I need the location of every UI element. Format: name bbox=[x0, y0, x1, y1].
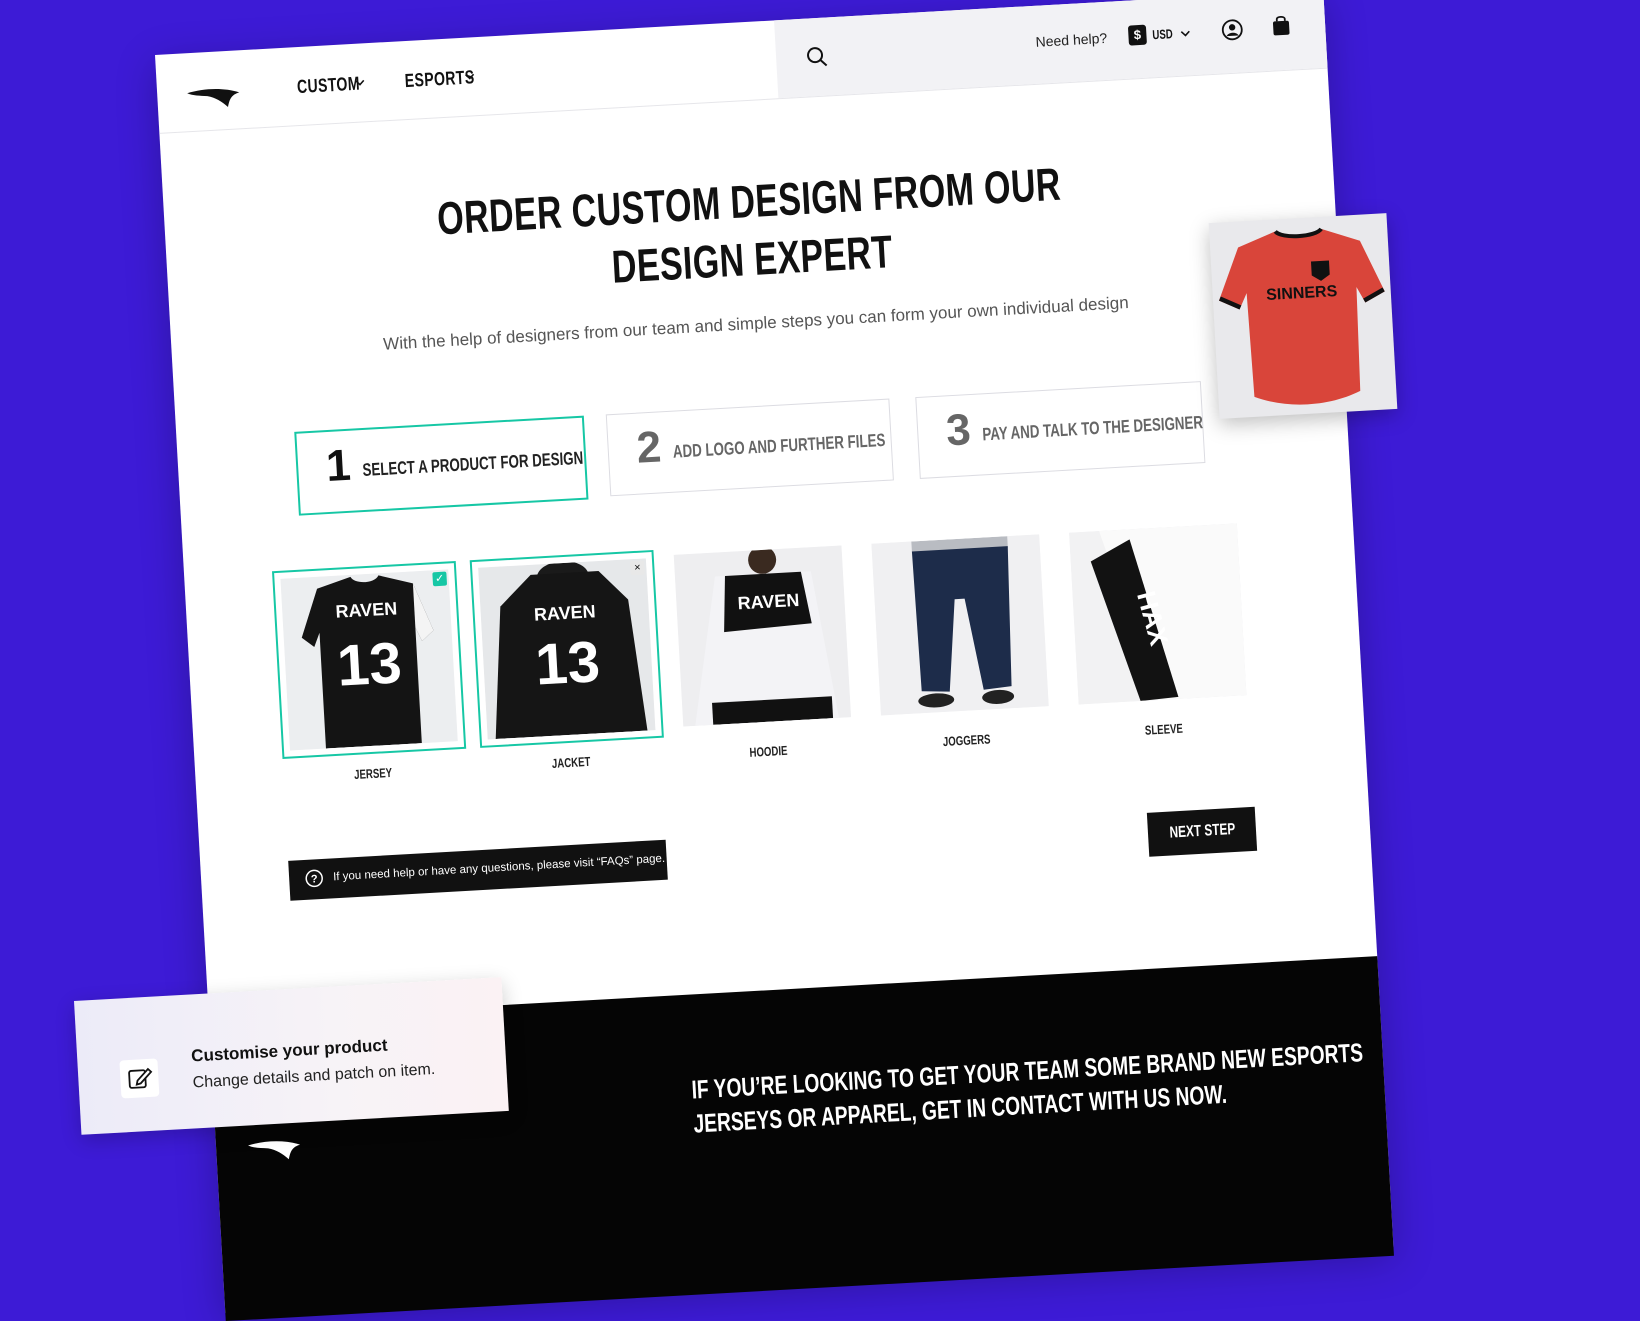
product-image: HAX bbox=[1069, 523, 1247, 705]
top-navigation: CUSTOM ESPORTS Need help? $ USD bbox=[155, 0, 1328, 134]
product-image: RAVEN 13 bbox=[280, 569, 458, 751]
faq-text: If you need help or have any questions, … bbox=[332, 852, 666, 884]
customise-subtitle: Change details and patch on item. bbox=[192, 1060, 436, 1092]
search-icon[interactable] bbox=[806, 45, 829, 68]
sleeve-image: HAX bbox=[1069, 523, 1247, 705]
label-text: JERSEY bbox=[354, 764, 393, 782]
nav-custom[interactable]: CUSTOM bbox=[296, 72, 382, 99]
jacket-back-image: RAVEN 13 bbox=[478, 558, 656, 740]
user-account-icon[interactable] bbox=[1221, 18, 1244, 41]
product-label-jacket: JACKET bbox=[481, 750, 662, 775]
chevron-down-icon bbox=[355, 79, 365, 86]
customise-title: Customise your product bbox=[190, 1035, 388, 1066]
currency-label: USD bbox=[1152, 26, 1174, 43]
dollar-icon: $ bbox=[1127, 24, 1147, 46]
label-text: SLEEVE bbox=[1144, 720, 1184, 738]
shopping-bag-icon[interactable] bbox=[1270, 14, 1291, 37]
step-number: 2 bbox=[635, 422, 663, 473]
svg-text:?: ? bbox=[311, 873, 319, 885]
next-step-button[interactable]: NEXT STEP bbox=[1146, 806, 1258, 857]
close-icon[interactable]: × bbox=[630, 560, 645, 576]
step-number: 3 bbox=[944, 405, 973, 456]
red-jersey-image: SINNERS bbox=[1219, 227, 1385, 405]
step-label: PAY AND TALK TO THE DESIGNER bbox=[981, 412, 1204, 445]
joggers-image bbox=[871, 534, 1049, 716]
check-icon: ✓ bbox=[432, 571, 448, 587]
print-name: RAVEN bbox=[737, 590, 800, 613]
print-name: RAVEN bbox=[533, 601, 596, 624]
chevron-down-icon bbox=[465, 73, 475, 80]
label-text: JACKET bbox=[551, 753, 591, 771]
next-step-label: NEXT STEP bbox=[1168, 820, 1236, 842]
step-label: ADD LOGO AND FURTHER FILES bbox=[672, 429, 886, 462]
product-label-joggers: JOGGERS bbox=[876, 728, 1057, 753]
step-2[interactable]: 2 ADD LOGO AND FURTHER FILES bbox=[605, 398, 894, 497]
jersey-preview-card: SINNERS bbox=[1208, 213, 1398, 419]
faq-help-banner[interactable]: ? If you need help or have any questions… bbox=[288, 839, 668, 901]
help-question-icon: ? bbox=[305, 869, 323, 888]
footer-cta-text: IF YOU’RE LOOKING TO GET YOUR TEAM SOME … bbox=[691, 1022, 1602, 1141]
product-label-sleeve: SLEEVE bbox=[1074, 717, 1255, 742]
product-image bbox=[871, 534, 1049, 716]
nav-custom-label: CUSTOM bbox=[296, 73, 361, 99]
step-number: 1 bbox=[324, 440, 353, 492]
edit-icon-box bbox=[119, 1058, 160, 1099]
hoodie-back-image: RAVEN bbox=[673, 545, 852, 727]
brand-logo[interactable] bbox=[185, 84, 242, 113]
product-image: RAVEN bbox=[673, 545, 852, 727]
step-label: SELECT A PRODUCT FOR DESIGN bbox=[361, 447, 584, 481]
product-image: RAVEN 13 bbox=[478, 558, 656, 740]
nav-esports[interactable]: ESPORTS bbox=[404, 66, 499, 93]
product-sleeve[interactable]: HAX bbox=[1063, 517, 1253, 711]
print-number: 13 bbox=[534, 629, 602, 698]
print-number: 13 bbox=[335, 630, 403, 699]
product-jacket[interactable]: RAVEN 13 × bbox=[469, 549, 664, 748]
customise-product-card[interactable]: Customise your product Change details an… bbox=[74, 977, 509, 1135]
product-label-hoodie: HOODIE bbox=[679, 739, 860, 764]
footer-brand-logo[interactable] bbox=[246, 1137, 303, 1166]
jersey-back-image: RAVEN 13 bbox=[280, 569, 458, 751]
nav-utility-bar bbox=[774, 0, 1328, 99]
product-joggers[interactable] bbox=[865, 528, 1055, 722]
step-3[interactable]: 3 PAY AND TALK TO THE DESIGNER bbox=[915, 381, 1206, 479]
product-jersey[interactable]: RAVEN 13 ✓ bbox=[272, 561, 467, 759]
product-label-jersey: JERSEY bbox=[283, 761, 464, 786]
label-text: JOGGERS bbox=[942, 731, 991, 750]
label-text: HOODIE bbox=[749, 742, 789, 760]
step-1[interactable]: 1 SELECT A PRODUCT FOR DESIGN bbox=[294, 415, 589, 516]
chevron-down-icon bbox=[1180, 30, 1190, 37]
edit-icon bbox=[128, 1067, 153, 1089]
print-name: RAVEN bbox=[335, 598, 398, 621]
product-hoodie[interactable]: RAVEN bbox=[667, 539, 857, 733]
